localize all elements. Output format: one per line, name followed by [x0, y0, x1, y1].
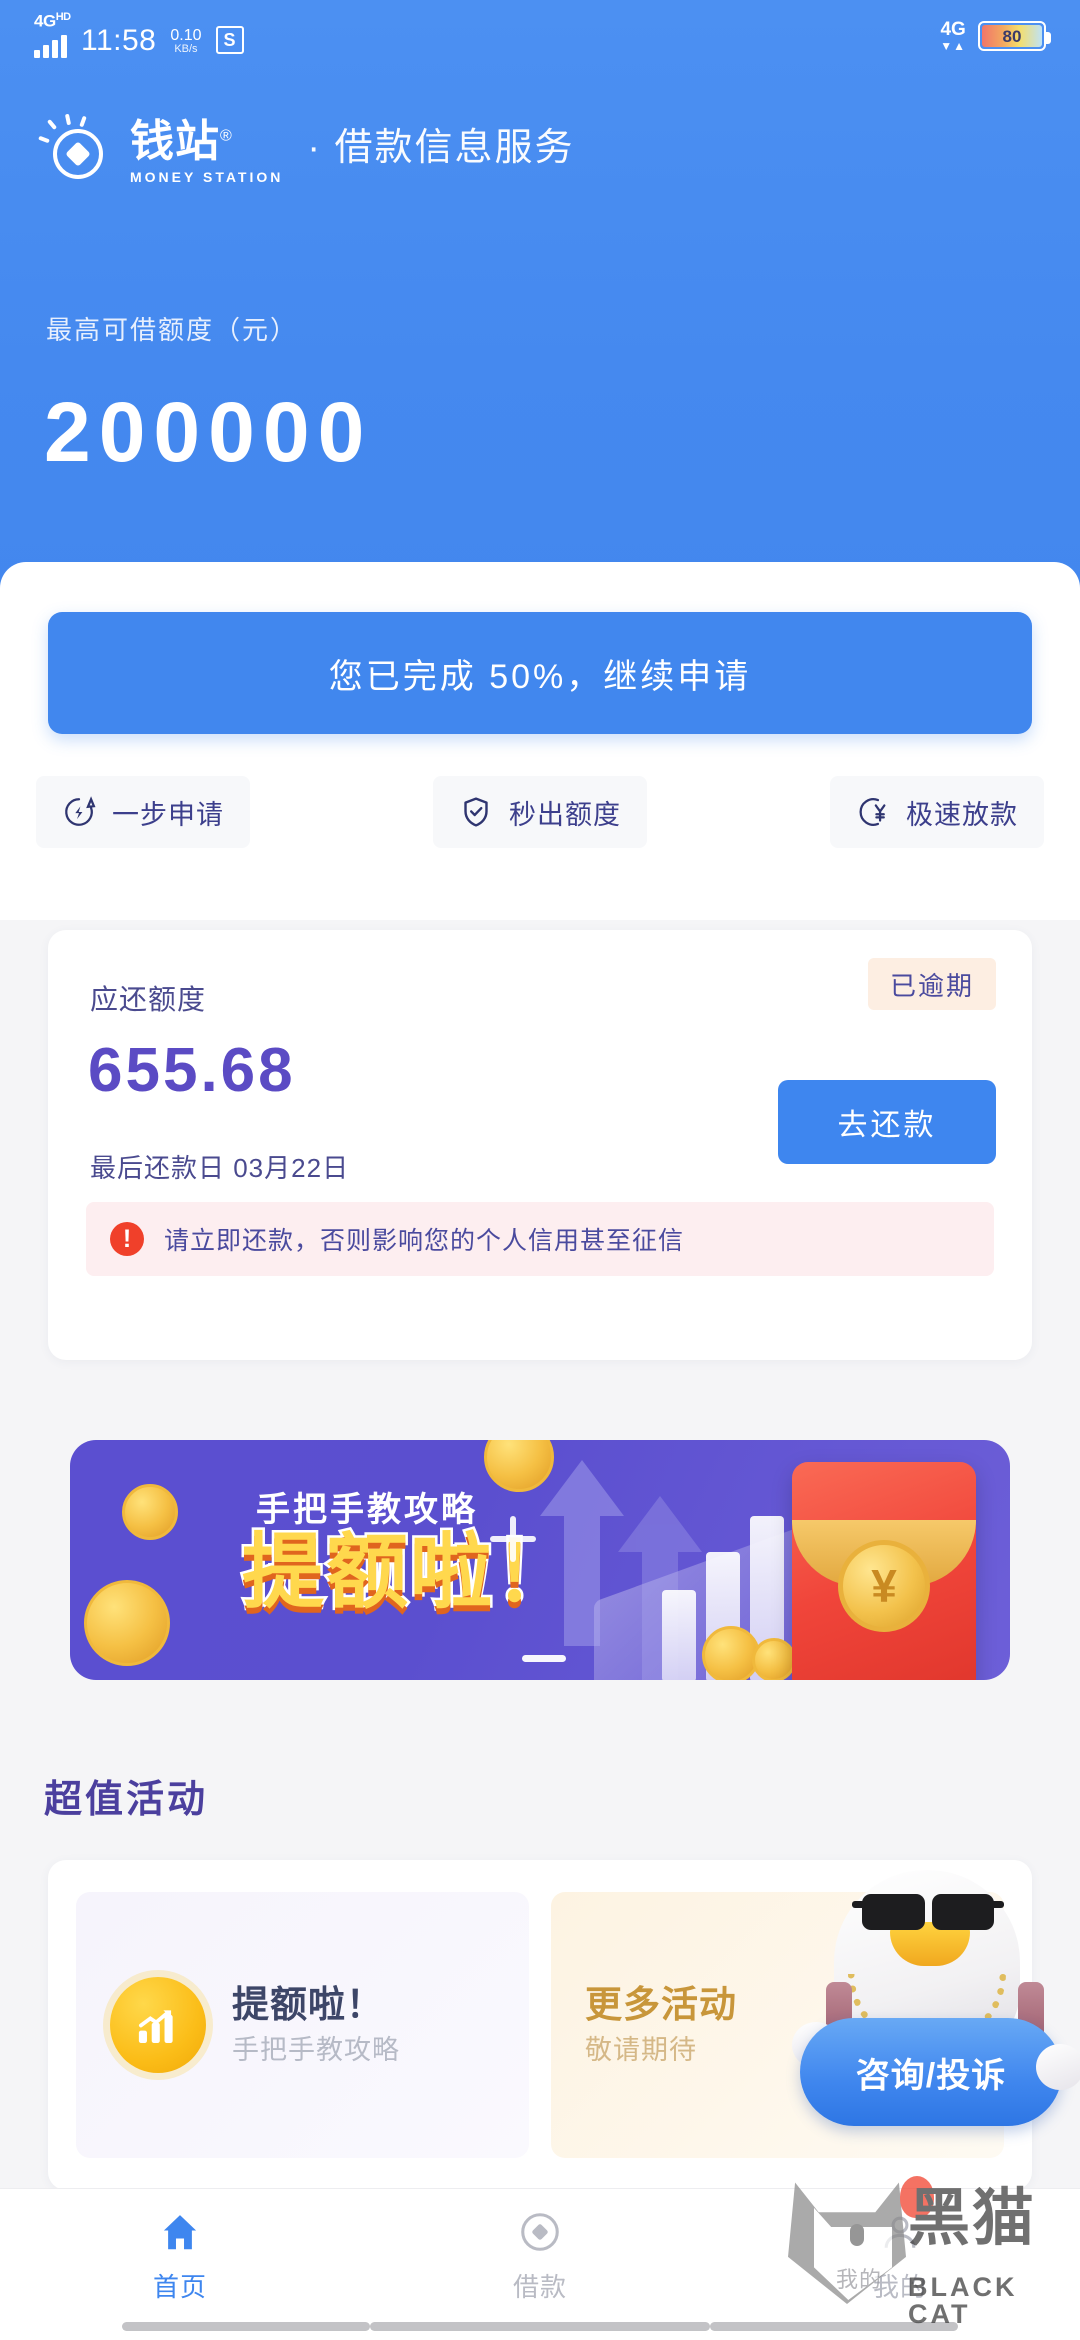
activities-section-title: 超值活动 [44, 1779, 209, 1821]
banner-arrow-icon [540, 1460, 624, 1646]
signal-icon: 4GHD [34, 11, 71, 58]
registered-mark-icon: ® [220, 126, 233, 144]
activity-texts: 更多活动 敬请期待 [585, 1986, 737, 2064]
network-speed: 0.10 KB/s [170, 26, 202, 58]
status-bar-right: 4G ▼▲ 80 [940, 20, 1051, 52]
brand-logo: 钱站® MONEY STATION · 借款信息服务 [38, 113, 575, 186]
go-repay-button[interactable]: 去还款 [778, 1080, 996, 1164]
repayment-amount: 655.68 [88, 1036, 296, 1105]
data-arrows-icon: ▼▲ [940, 39, 966, 53]
feature-chip-list: 一步申请 秒出额度 极速放款 [36, 776, 1044, 848]
black-cat-watermark: 我的 黑猫 BLACK CAT [780, 2176, 1080, 2328]
repayment-title: 应还额度 [90, 984, 207, 1015]
feature-chip-fast-payout[interactable]: 极速放款 [830, 776, 1044, 848]
banner-bar-decoration [662, 1590, 696, 1680]
watermark-text-en: BLACK CAT [908, 2272, 1018, 2329]
app-badge-icon: S [215, 26, 244, 54]
sunglasses-icon [852, 1894, 1004, 1930]
tab-label: 首页 [152, 2272, 207, 2302]
status-bar-left: 4GHD 11:58 0.10 KB/s S [34, 11, 244, 58]
money-station-logo-icon [38, 113, 112, 186]
mobile-data-icon: 4G ▼▲ [940, 20, 966, 52]
repayment-card: 应还额度 655.68 最后还款日 03月22日 已逾期 去还款 ! 请立即还款… [48, 930, 1032, 1360]
overdue-warning-text: 请立即还款，否则影响您的个人信用甚至征信 [164, 1227, 685, 1255]
red-envelope-icon: ¥ [792, 1462, 976, 1680]
network-speed-unit: KB/s [174, 43, 198, 56]
brand-name-en: MONEY STATION [130, 168, 284, 185]
tab-label: 借款 [512, 2272, 567, 2302]
coin-icon [84, 1580, 170, 1666]
feature-chip-label: 极速放款 [906, 799, 1018, 830]
lightning-icon [62, 795, 96, 829]
activity-texts: 提额啦！ 手把手教攻略 [232, 1986, 400, 2064]
mobile-data-label: 4G [940, 19, 966, 40]
feature-chip-label: 秒出额度 [509, 799, 621, 830]
brand-subtitle: · 借款信息服务 [307, 127, 575, 169]
activity-title: 提额啦！ [232, 1984, 384, 2025]
tab-home[interactable]: 首页 [0, 2207, 360, 2304]
brand-name-cn: 钱站 [130, 116, 220, 166]
header-hero: 4GHD 11:58 0.10 KB/s S 4G ▼▲ 80 钱站® MONE… [0, 0, 1080, 600]
status-time: 11:58 [81, 24, 157, 57]
overdue-warning-bar: ! 请立即还款，否则影响您的个人信用甚至征信 [86, 1202, 994, 1276]
signal-hd-label: HD [55, 11, 71, 23]
activity-item-raise-quota[interactable]: 提额啦！ 手把手教攻略 [76, 1892, 529, 2158]
network-speed-value: 0.10 [170, 26, 202, 44]
banner-arrow-icon [618, 1496, 702, 1680]
battery-percent: 80 [1002, 26, 1022, 46]
status-bar: 4GHD 11:58 0.10 KB/s S 4G ▼▲ 80 [0, 0, 1080, 72]
growth-chart-icon [110, 1977, 206, 2073]
brand-text: 钱站® MONEY STATION [130, 116, 284, 185]
signal-network-type: 4G [34, 11, 56, 31]
banner-page-indicator[interactable] [522, 1655, 566, 1662]
continue-apply-button[interactable]: 您已完成 50%，继续申请 [48, 612, 1032, 734]
tab-profile-label-behind-watermark: 我的 [836, 2267, 883, 2292]
activity-subtitle: 手把手教攻略 [232, 2035, 400, 2065]
tab-loan[interactable]: 借款 [360, 2207, 720, 2304]
apply-panel: 您已完成 50%，继续申请 一步申请 秒出额度 极速放款 [0, 562, 1080, 920]
alert-exclamation-icon: ! [110, 1222, 144, 1256]
diamond-circle-icon [515, 2207, 565, 2257]
status-badge: 已逾期 [867, 958, 996, 1010]
feature-chip-one-step-apply[interactable]: 一步申请 [36, 776, 250, 848]
shield-check-icon [459, 795, 493, 829]
activity-subtitle: 敬请期待 [585, 2035, 697, 2065]
banner-subtitle: 手把手教攻略 [256, 1491, 478, 1529]
coin-icon [702, 1626, 760, 1680]
customer-service-mascot[interactable]: 咨询/投诉 [786, 1836, 1080, 2126]
feature-chip-label: 一步申请 [112, 799, 224, 830]
watermark-text-cn: 黑猫 [908, 2184, 1037, 2253]
consult-complaint-button[interactable]: 咨询/投诉 [800, 2018, 1062, 2126]
activity-title: 更多活动 [585, 1984, 737, 2025]
promo-banner[interactable]: 手把手教攻略 提额啦！ ¥ [70, 1440, 1010, 1680]
quota-label: 最高可借额度（元） [46, 315, 299, 345]
repayment-due-date: 最后还款日 03月22日 [90, 1153, 350, 1183]
coin-icon [122, 1484, 178, 1540]
battery-icon: 80 [978, 21, 1051, 51]
signal-bars-icon [34, 35, 67, 58]
duck-hand-right [1036, 2044, 1080, 2090]
home-icon [155, 2207, 205, 2257]
sparkle-icon [490, 1516, 536, 1562]
yuan-circle-icon [856, 795, 890, 829]
banner-title: 提额啦！ [239, 1527, 579, 1618]
coin-icon [752, 1638, 796, 1680]
app-screen: 4GHD 11:58 0.10 KB/s S 4G ▼▲ 80 钱站® MONE… [0, 0, 1080, 2340]
feature-chip-instant-quota[interactable]: 秒出额度 [433, 776, 647, 848]
yuan-coin-icon: ¥ [838, 1540, 930, 1632]
quota-value: 200000 [44, 385, 373, 479]
